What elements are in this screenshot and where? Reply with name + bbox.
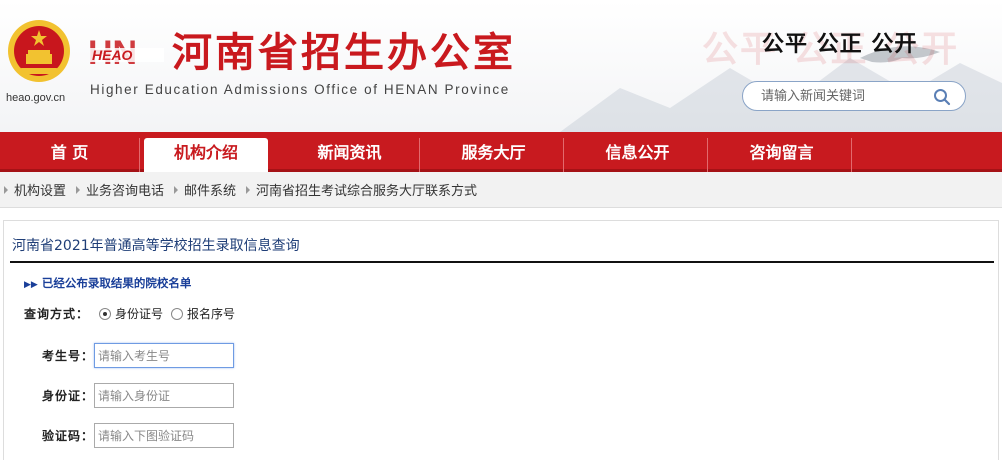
- nav-item-about[interactable]: 机构介绍: [144, 138, 268, 172]
- panel-title: 河南省2021年普通高等学校招生录取信息查询: [12, 238, 300, 254]
- triangle-right-icon: [76, 185, 81, 194]
- radio-reg-number[interactable]: 报名序号: [171, 305, 235, 322]
- triangle-right-icon: [174, 185, 179, 194]
- main-nav: 首 页 机构介绍 新闻资讯 服务大厅 信息公开 咨询留言: [0, 132, 1002, 172]
- site-header: heao.gov.cn HN HEAO 河南省招生办公室 Higher Educ…: [0, 0, 1002, 132]
- heao-logo-icon: HN HEAO: [88, 34, 164, 72]
- captcha-row: 验证码：: [24, 423, 234, 448]
- nav-item-consult[interactable]: 咨询留言: [712, 138, 852, 172]
- exam-number-label: 考生号：: [41, 349, 94, 363]
- id-card-label: 身份证：: [41, 389, 94, 403]
- nav-item-disclosure[interactable]: 信息公开: [568, 138, 708, 172]
- captcha-label: 验证码：: [41, 429, 94, 443]
- captcha-input[interactable]: [94, 423, 234, 448]
- announced-schools-link[interactable]: ▶▶ 已经公布录取结果的院校名单: [24, 275, 191, 291]
- double-arrow-icon: ▶▶: [24, 280, 38, 290]
- radio-checked-icon[interactable]: [99, 307, 112, 320]
- subnav-item-phone[interactable]: 业务咨询电话: [76, 180, 164, 199]
- search-icon[interactable]: [933, 88, 951, 106]
- radio-id-number[interactable]: 身份证号: [99, 305, 163, 322]
- search-box: [742, 81, 966, 111]
- slogan: 公平 公正 公开: [762, 32, 918, 57]
- national-emblem-icon: [8, 20, 70, 82]
- radio-unchecked-icon[interactable]: [171, 307, 184, 320]
- query-mode-row: 查询方式： 身份证号 报名序号: [24, 305, 243, 322]
- org-name: 河南省招生办公室: [172, 30, 516, 76]
- svg-text:HEAO: HEAO: [92, 47, 133, 63]
- query-panel: 河南省2021年普通高等学校招生录取信息查询 ▶▶ 已经公布录取结果的院校名单 查…: [3, 220, 999, 460]
- org-english-name: Higher Education Admissions Office of HE…: [90, 82, 510, 97]
- site-url[interactable]: heao.gov.cn: [6, 92, 65, 104]
- triangle-right-icon: [246, 185, 251, 194]
- exam-number-input[interactable]: [94, 343, 234, 368]
- subnav-item-structure[interactable]: 机构设置: [4, 180, 66, 199]
- divider: [10, 261, 994, 263]
- id-card-row: 身份证：: [24, 383, 234, 408]
- exam-number-row: 考生号：: [24, 343, 234, 368]
- sub-nav: 机构设置 业务咨询电话 邮件系统 河南省招生考试综合服务大厅联系方式: [0, 172, 1002, 208]
- query-mode-label: 查询方式：: [24, 307, 90, 321]
- id-card-input[interactable]: [94, 383, 234, 408]
- nav-item-home[interactable]: 首 页: [0, 138, 140, 172]
- triangle-right-icon: [4, 185, 8, 194]
- nav-item-news[interactable]: 新闻资讯: [280, 138, 420, 172]
- search-input[interactable]: [761, 86, 931, 106]
- nav-item-service[interactable]: 服务大厅: [424, 138, 564, 172]
- subnav-item-mail[interactable]: 邮件系统: [174, 180, 236, 199]
- subnav-item-contact[interactable]: 河南省招生考试综合服务大厅联系方式: [246, 180, 477, 199]
